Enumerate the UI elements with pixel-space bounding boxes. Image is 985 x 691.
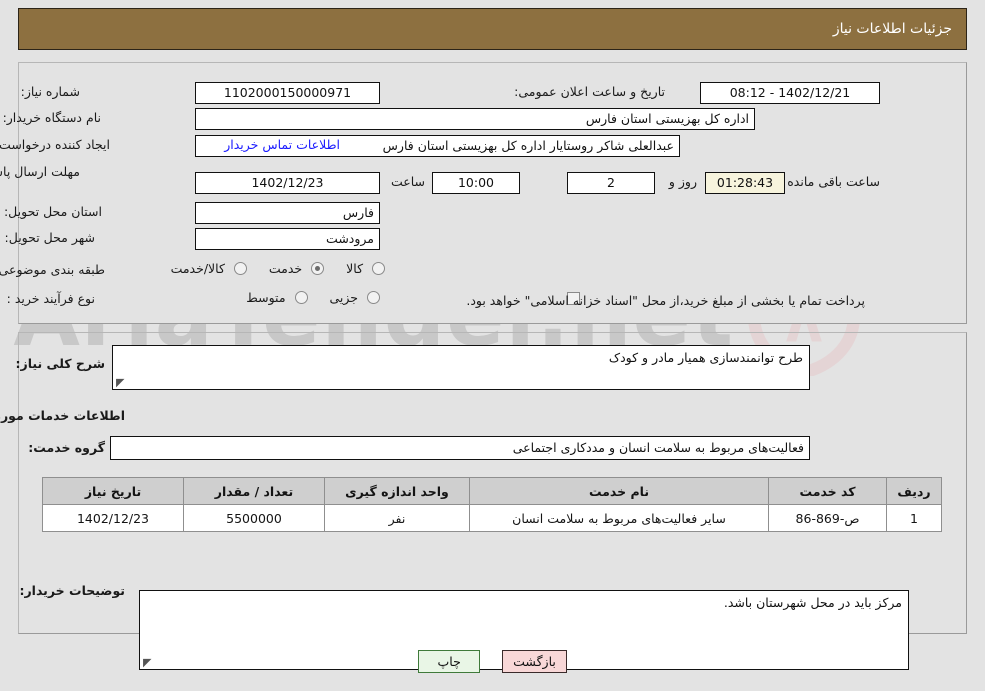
cell-date: 1402/12/23 <box>42 504 184 532</box>
footer-button-bar: بازگشت چاپ <box>0 650 985 673</box>
description-textarea[interactable]: طرح توانمندسازی همیار مادر و کودک ◥ <box>112 345 810 390</box>
category-option-label: کالا <box>346 261 364 276</box>
buyer-contact-link[interactable]: اطلاعات تماس خریدار <box>224 137 340 152</box>
resize-grip-icon[interactable]: ◥ <box>116 376 126 389</box>
hour-label: ساعت <box>390 174 425 189</box>
process-label: نوع فرآیند خرید : <box>6 291 95 306</box>
back-button[interactable]: بازگشت <box>502 650 567 673</box>
cell-unit: نفر <box>324 504 470 532</box>
radio-icon[interactable] <box>294 291 308 304</box>
table-row: 1 ص-869-86 سایر فعالیت‌های مربوط به سلام… <box>42 504 942 532</box>
services-section-title: اطلاعات خدمات مورد نیاز <box>0 408 125 423</box>
deadline-date-value: 1402/12/23 <box>195 172 380 194</box>
column-header-code: کد خدمت <box>768 477 887 505</box>
process-option-label: متوسط <box>246 290 286 305</box>
cell-name: سایر فعالیت‌های مربوط به سلامت انسان <box>469 504 769 532</box>
countdown-value: 01:28:43 <box>705 172 785 194</box>
hour-value: 10:00 <box>432 172 520 194</box>
city-value: مرودشت <box>195 228 380 250</box>
radio-icon[interactable] <box>367 291 380 304</box>
column-header-row: ردیف <box>886 477 942 505</box>
process-radio-group: جزیی متوسط <box>228 290 380 305</box>
process-option-label: جزیی <box>329 290 359 305</box>
process-option-jozii[interactable]: جزیی <box>329 290 380 305</box>
province-value: فارس <box>195 202 380 224</box>
category-option-kala[interactable]: کالا <box>346 261 385 276</box>
announce-label: تاریخ و ساعت اعلان عمومی: <box>514 84 665 99</box>
services-table-wrap: ردیف کد خدمت نام خدمت واحد اندازه گیری ت… <box>42 477 942 532</box>
radio-icon[interactable] <box>372 262 385 275</box>
category-radio-group: کالا خدمت کالا/خدمت <box>153 261 385 276</box>
buyer-org-value: اداره کل بهزیستی استان فارس <box>195 108 755 130</box>
buyer-notes-label: توضیحات خریدار: <box>19 583 125 598</box>
process-option-motavasset[interactable]: متوسط <box>246 290 308 305</box>
column-header-quantity: تعداد / مقدار <box>183 477 325 505</box>
buyer-org-label: نام دستگاه خریدار: <box>2 110 101 125</box>
description-label: شرح کلی نیاز: <box>15 356 105 371</box>
radio-icon[interactable] <box>233 262 247 275</box>
category-option-label: کالا/خدمت <box>170 261 225 276</box>
column-header-name: نام خدمت <box>469 477 769 505</box>
print-button[interactable]: چاپ <box>418 650 481 673</box>
need-number-label: شماره نیاز: <box>20 84 80 99</box>
column-header-date: تاریخ نیاز <box>42 477 184 505</box>
radio-icon[interactable] <box>311 262 325 275</box>
days-remaining-value: 2 <box>567 172 655 194</box>
column-header-unit: واحد اندازه گیری <box>324 477 470 505</box>
announce-value: 1402/12/21 - 08:12 <box>700 82 880 104</box>
countdown-label: ساعت باقی مانده <box>787 174 880 189</box>
service-group-value: فعالیت‌های مربوط به سلامت انسان و مددکار… <box>110 436 810 460</box>
deadline-label: مهلت ارسال پاسخ: تا تاریخ: <box>0 164 80 179</box>
creator-label: ایجاد کننده درخواست: <box>0 137 110 152</box>
cell-code: ص-869-86 <box>768 504 887 532</box>
category-option-khedmat[interactable]: خدمت <box>268 261 325 276</box>
cell-quantity: 5500000 <box>183 504 325 532</box>
buyer-notes-value: مرکز باید در محل شهرستان باشد. <box>723 595 902 610</box>
city-label: شهر محل تحویل: <box>4 230 95 245</box>
province-label: استان محل تحویل: <box>3 204 102 219</box>
treasury-note: پرداخت تمام یا بخشی از مبلغ خرید،از محل … <box>466 293 865 308</box>
category-option-kala-khedmat[interactable]: کالا/خدمت <box>171 261 247 276</box>
service-group-label: گروه خدمت: <box>28 440 105 455</box>
description-value: طرح توانمندسازی همیار مادر و کودک <box>608 350 803 365</box>
page-title: جزئیات اطلاعات نیاز <box>832 21 952 37</box>
cell-row: 1 <box>886 504 942 532</box>
need-number-value: 1102000150000971 <box>195 82 380 104</box>
table-header-row: ردیف کد خدمت نام خدمت واحد اندازه گیری ت… <box>42 477 942 505</box>
services-table: ردیف کد خدمت نام خدمت واحد اندازه گیری ت… <box>42 477 942 532</box>
category-label: طبقه بندی موضوعی: <box>0 262 105 277</box>
category-option-label: خدمت <box>268 261 303 276</box>
days-remaining-label: روز و <box>668 174 697 189</box>
page-header-bar: جزئیات اطلاعات نیاز <box>18 8 967 50</box>
